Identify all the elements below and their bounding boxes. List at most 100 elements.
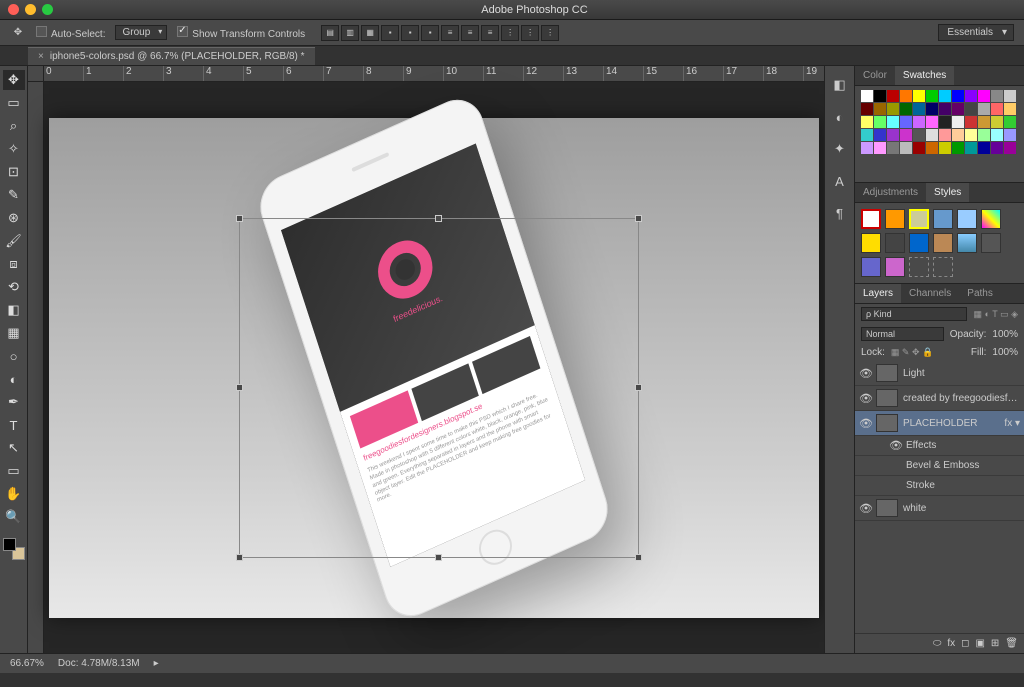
swatch[interactable] [965, 116, 977, 128]
close-tab-icon[interactable]: × [38, 51, 44, 62]
swatch[interactable] [861, 90, 873, 102]
minimize-window-button[interactable] [25, 4, 36, 15]
eyedropper-tool[interactable]: ✎ [3, 185, 25, 205]
transform-handle[interactable] [635, 384, 642, 391]
swatch[interactable] [926, 90, 938, 102]
layer-fx-icon[interactable]: fx [947, 638, 955, 649]
style-swatch[interactable] [957, 209, 977, 229]
move-tool[interactable]: ✥ [3, 70, 25, 90]
swatch[interactable] [900, 103, 912, 115]
swatch[interactable] [874, 116, 886, 128]
swatch[interactable] [965, 129, 977, 141]
character-panel-icon[interactable]: A [829, 170, 851, 192]
style-swatch[interactable] [981, 233, 1001, 253]
swatch[interactable] [952, 129, 964, 141]
move-tool-icon[interactable]: ✥ [10, 25, 26, 41]
swatch[interactable] [939, 142, 951, 154]
swatch[interactable] [900, 90, 912, 102]
opacity-value[interactable]: 100% [992, 329, 1018, 340]
swatch[interactable] [874, 129, 886, 141]
style-swatch[interactable] [933, 233, 953, 253]
layer-row[interactable]: 👁created by freegoodiesforde... [855, 386, 1024, 411]
transform-handle[interactable] [236, 215, 243, 222]
transform-handle[interactable] [635, 215, 642, 222]
swatch[interactable] [978, 129, 990, 141]
align-icon[interactable]: ▦ [361, 25, 379, 41]
swatch[interactable] [887, 90, 899, 102]
stamp-tool[interactable]: ⧈ [3, 254, 25, 274]
align-icon[interactable]: ▤ [321, 25, 339, 41]
swatch[interactable] [939, 129, 951, 141]
gradient-tool[interactable]: ▦ [3, 323, 25, 343]
swatch[interactable] [861, 142, 873, 154]
swatch[interactable] [861, 129, 873, 141]
layer-thumbnail[interactable] [876, 414, 898, 432]
blur-tool[interactable]: ○ [3, 346, 25, 366]
swatch[interactable] [887, 103, 899, 115]
swatch[interactable] [1004, 129, 1016, 141]
pen-tool[interactable]: ✒ [3, 392, 25, 412]
eraser-tool[interactable]: ◧ [3, 300, 25, 320]
layer-fx-indicator[interactable]: fx ▾ [1004, 418, 1020, 429]
swatch[interactable] [978, 90, 990, 102]
type-tool[interactable]: T [3, 415, 25, 435]
swatch[interactable] [913, 129, 925, 141]
layer-filter-kind[interactable]: ρ Kind [861, 307, 967, 321]
visibility-icon[interactable]: 👁 [859, 392, 871, 405]
layer-filter-icons[interactable]: ▦ ◐ T ▭ ◈ [973, 309, 1018, 320]
canvas-area[interactable]: 01234567891011121314151617181920212223 f… [28, 66, 824, 653]
link-layers-icon[interactable]: ⬭ [933, 638, 942, 649]
swatch[interactable] [939, 116, 951, 128]
swatch[interactable] [1004, 90, 1016, 102]
style-swatch[interactable] [861, 233, 881, 253]
channels-tab[interactable]: Channels [901, 284, 959, 303]
align-icon[interactable]: ▪ [381, 25, 399, 41]
swatch[interactable] [991, 142, 1003, 154]
color-tab[interactable]: Color [855, 66, 895, 85]
swatch[interactable] [874, 142, 886, 154]
style-swatch[interactable] [981, 209, 1001, 229]
marquee-tool[interactable]: ▭ [3, 93, 25, 113]
distribute-icon[interactable]: ⋮ [501, 25, 519, 41]
swatch[interactable] [991, 116, 1003, 128]
swatch[interactable] [913, 142, 925, 154]
delete-layer-icon[interactable]: 🗑 [1005, 638, 1018, 649]
style-swatch[interactable] [909, 257, 929, 277]
visibility-icon[interactable]: 👁 [859, 502, 871, 515]
layer-thumbnail[interactable] [876, 364, 898, 382]
swatch[interactable] [952, 142, 964, 154]
lock-icons[interactable]: ▦ ✎ ✥ 🔒 [891, 347, 933, 358]
close-window-button[interactable] [8, 4, 19, 15]
document-canvas[interactable]: freedelicious. freegoodiesfordesigners.b… [49, 118, 819, 618]
adjustments-tab[interactable]: Adjustments [855, 183, 926, 202]
workspace-select[interactable]: Essentials [938, 24, 1014, 41]
doc-size[interactable]: Doc: 4.78M/8.13M [58, 658, 140, 669]
swatch[interactable] [887, 129, 899, 141]
swatch[interactable] [1004, 116, 1016, 128]
swatch[interactable] [991, 103, 1003, 115]
crop-tool[interactable]: ⊡ [3, 162, 25, 182]
align-icon[interactable]: ▥ [341, 25, 359, 41]
style-swatch[interactable] [909, 233, 929, 253]
new-group-icon[interactable]: ▣ [975, 638, 984, 649]
swatch[interactable] [913, 90, 925, 102]
distribute-icon[interactable]: ≡ [461, 25, 479, 41]
zoom-level[interactable]: 66.67% [10, 658, 44, 669]
styles-tab[interactable]: Styles [926, 183, 969, 202]
layer-row[interactable]: 👁Bevel & Emboss [855, 456, 1024, 476]
auto-select-mode-select[interactable]: Group [115, 25, 167, 40]
distribute-icon[interactable]: ≡ [441, 25, 459, 41]
swatch[interactable] [900, 116, 912, 128]
swatch[interactable] [978, 103, 990, 115]
swatch[interactable] [926, 116, 938, 128]
style-swatch[interactable] [933, 209, 953, 229]
visibility-icon[interactable]: 👁 [859, 417, 871, 430]
swatch[interactable] [900, 142, 912, 154]
wand-tool[interactable]: ✧ [3, 139, 25, 159]
style-swatch[interactable] [885, 209, 905, 229]
swatch[interactable] [926, 103, 938, 115]
style-swatch[interactable] [885, 257, 905, 277]
swatch[interactable] [939, 103, 951, 115]
swatch[interactable] [965, 103, 977, 115]
layer-mask-icon[interactable]: ◻ [961, 638, 969, 649]
